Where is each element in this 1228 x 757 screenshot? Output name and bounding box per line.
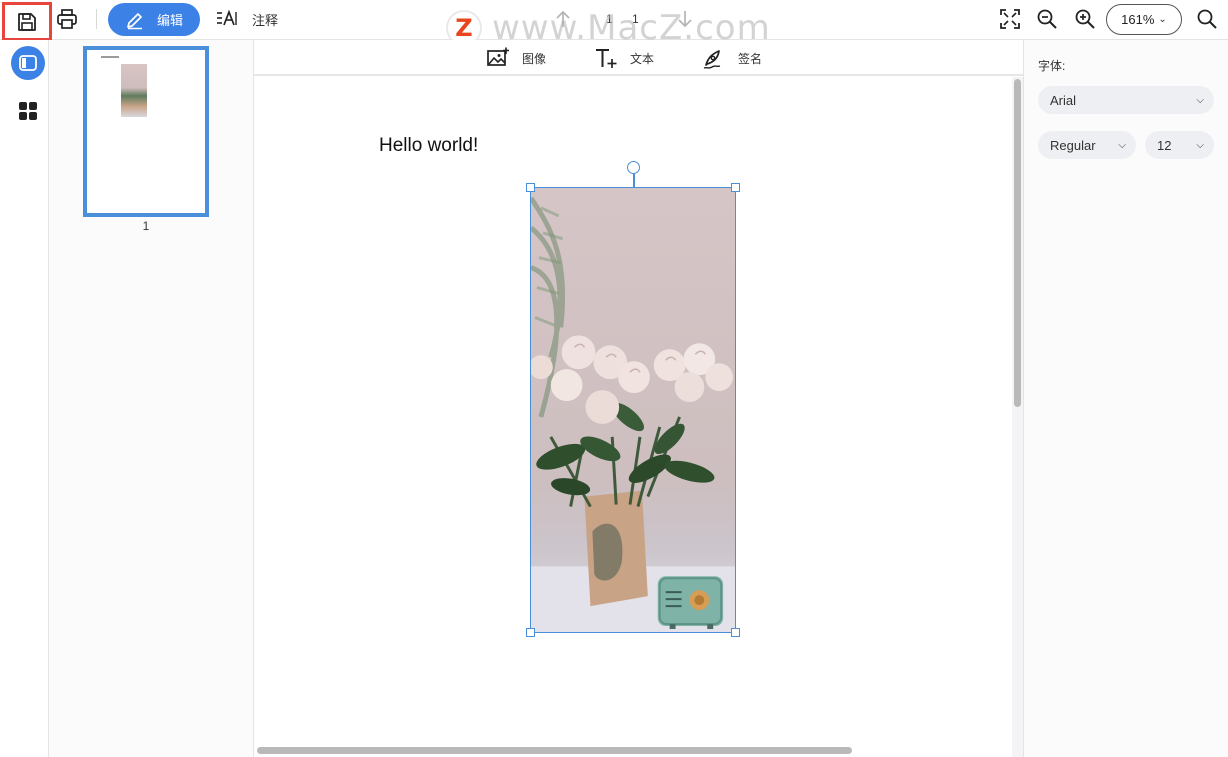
- resize-handle-top-left[interactable]: [526, 183, 535, 192]
- save-button[interactable]: [2, 2, 52, 41]
- thumbnail-image-preview: [121, 64, 147, 117]
- chevron-down-icon: ⌵: [1196, 94, 1204, 106]
- top-toolbar: 编辑 注释 1 1 Z www.MacZ.com 161% ⌄: [0, 0, 1228, 48]
- chevron-down-icon: ⌄: [1158, 14, 1167, 25]
- resize-handle-top-right[interactable]: [731, 183, 740, 192]
- text-properties-panel: 字体: Arial ⌵ Regular ⌵ 12 ⌵: [1023, 40, 1228, 757]
- thumbnail-panel-toggle[interactable]: [11, 46, 45, 80]
- total-page-count: 1: [632, 12, 639, 26]
- thumbnail-panel: 1: [49, 40, 254, 757]
- flower-vase-photo: [531, 188, 735, 632]
- current-page-number: 1: [606, 12, 613, 26]
- left-rail: [0, 40, 49, 757]
- font-size-select[interactable]: 12 ⌵: [1145, 131, 1214, 159]
- text-add-icon: [594, 47, 618, 69]
- zoom-out-button[interactable]: [1034, 6, 1060, 32]
- document-viewport[interactable]: Hello world!: [254, 77, 1023, 757]
- edit-mode-label: 编辑: [156, 13, 183, 28]
- image-add-icon: [486, 47, 510, 69]
- thumbnail-text-preview: [101, 56, 119, 58]
- pdf-editor-window: 编辑 注释 1 1 Z www.MacZ.com 161% ⌄ 1 图像 文本 …: [0, 0, 1228, 757]
- font-family-value: Arial: [1050, 92, 1077, 108]
- zoom-in-button[interactable]: [1072, 6, 1098, 32]
- zoom-level-value: 161%: [1121, 12, 1155, 27]
- add-image-button[interactable]: 图像: [486, 45, 546, 71]
- print-button[interactable]: [52, 4, 82, 34]
- add-signature-button[interactable]: 签名: [702, 45, 762, 71]
- toolbar-divider: [96, 9, 97, 29]
- insert-toolbar: 图像 文本 签名: [254, 40, 1023, 76]
- search-icon: [1196, 8, 1218, 30]
- zoom-in-icon: [1074, 8, 1096, 30]
- pencil-icon: [125, 10, 145, 30]
- add-signature-label: 签名: [738, 51, 763, 66]
- chevron-down-icon: ⌵: [1118, 139, 1126, 151]
- edit-mode-button[interactable]: 编辑: [108, 3, 200, 36]
- rotation-handle-stem: [633, 174, 635, 188]
- font-weight-select[interactable]: Regular ⌵: [1038, 131, 1136, 159]
- save-icon: [16, 11, 38, 33]
- thumbnail-page-number: 1: [142, 219, 150, 233]
- chevron-down-icon: ⌵: [1196, 139, 1204, 151]
- page-thumbnail[interactable]: [83, 46, 209, 217]
- resize-handle-bottom-left[interactable]: [526, 628, 535, 637]
- page-grid-button[interactable]: [17, 100, 39, 122]
- previous-page-button[interactable]: [552, 6, 574, 32]
- zoom-level-select[interactable]: 161% ⌄: [1106, 4, 1182, 35]
- add-text-label: 文本: [630, 51, 655, 66]
- expand-icon: [999, 8, 1021, 30]
- printer-icon: [56, 8, 78, 30]
- grid-icon: [17, 100, 39, 122]
- add-text-button[interactable]: 文本: [594, 45, 654, 71]
- font-weight-value: Regular: [1050, 137, 1096, 153]
- fit-page-button[interactable]: [996, 6, 1024, 32]
- font-family-select[interactable]: Arial ⌵: [1038, 86, 1214, 114]
- annotate-mode-label: 注释: [252, 12, 279, 28]
- sidebar-panel-icon: [19, 55, 37, 71]
- add-image-label: 图像: [522, 51, 547, 66]
- font-size-value: 12: [1157, 137, 1172, 153]
- selected-image-object[interactable]: [526, 161, 740, 637]
- resize-handle-bottom-right[interactable]: [731, 628, 740, 637]
- pdf-page: Hello world!: [254, 77, 1012, 757]
- horizontal-scrollbar[interactable]: [257, 747, 852, 754]
- search-button[interactable]: [1194, 6, 1220, 32]
- document-text-block[interactable]: Hello world!: [379, 135, 478, 157]
- arrow-down-icon: [677, 9, 693, 29]
- pen-nib-icon: [702, 47, 726, 69]
- next-page-button[interactable]: [674, 6, 696, 32]
- arrow-up-icon: [555, 9, 571, 29]
- annotate-text-icon: [216, 9, 240, 29]
- annotate-mode-button[interactable]: 注释: [216, 6, 288, 32]
- zoom-out-icon: [1036, 8, 1058, 30]
- font-label: 字体:: [1038, 59, 1066, 73]
- vertical-scrollbar[interactable]: [1014, 79, 1021, 407]
- rotate-handle[interactable]: [627, 161, 640, 174]
